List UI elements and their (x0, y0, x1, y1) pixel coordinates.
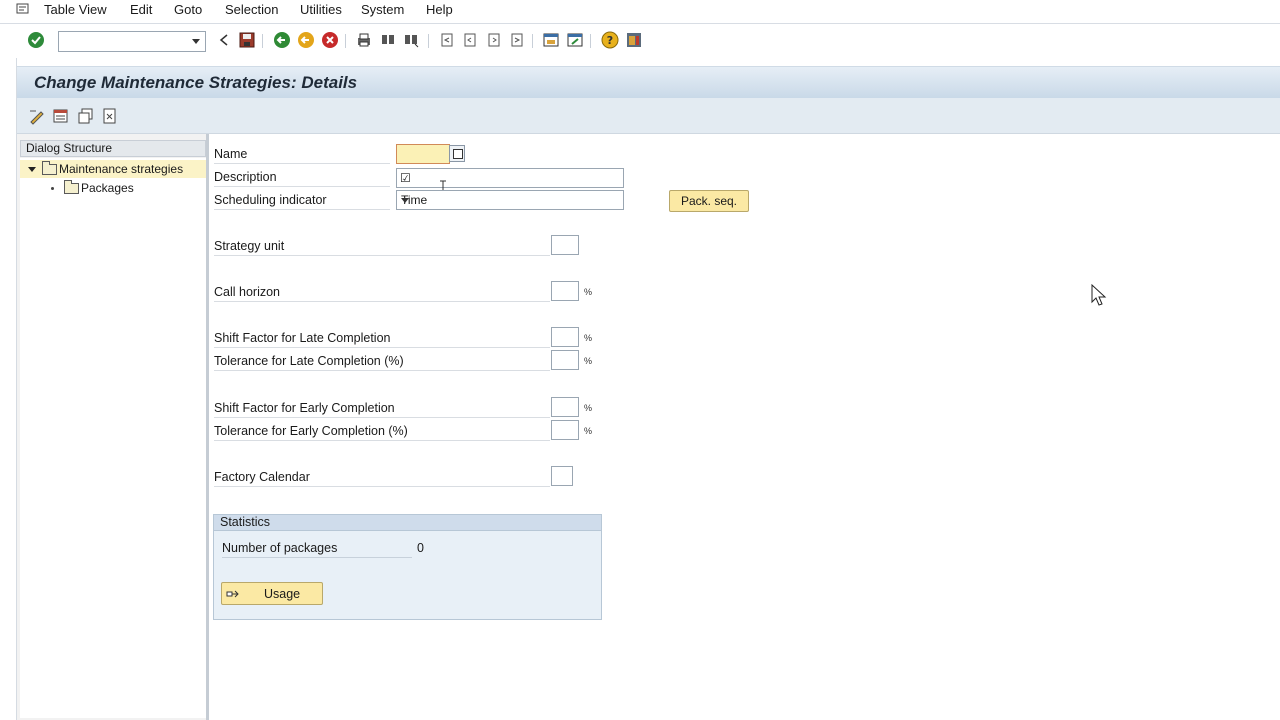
chevron-down-icon[interactable] (401, 198, 409, 203)
call-horizon-field[interactable] (551, 281, 579, 301)
application-toolbar (17, 98, 1280, 134)
find-icon[interactable] (378, 30, 398, 50)
create-session-icon[interactable] (541, 30, 561, 50)
back-arrow-icon[interactable] (272, 30, 292, 50)
menu-edit[interactable]: Edit (128, 2, 154, 17)
display-change-icon[interactable] (28, 107, 46, 125)
system-menu-icon[interactable] (16, 3, 32, 17)
svg-text:?: ? (607, 34, 613, 47)
mouse-pointer-icon (1091, 284, 1107, 306)
layout-menu-icon[interactable] (624, 30, 644, 50)
title-bar: Change Maintenance Strategies: Details (17, 66, 1280, 98)
number-of-packages-value: 0 (417, 541, 424, 555)
enter-icon[interactable] (26, 30, 46, 50)
tolerance-early-label: Tolerance for Early Completion (%) (214, 421, 550, 441)
tolerance-early-field[interactable] (551, 420, 579, 440)
strategy-unit-label: Strategy unit (214, 236, 550, 256)
search-help-button[interactable] (449, 145, 465, 162)
left-frame-strip (0, 58, 17, 720)
tree-item-maintenance-strategies[interactable]: Maintenance strategies (20, 160, 206, 178)
pack-seq-button[interactable]: Pack. seq. (669, 190, 749, 212)
folder-open-icon (42, 160, 57, 175)
chevron-down-icon[interactable] (192, 39, 200, 44)
dialog-structure-pane: Dialog Structure Maintenance strategies … (17, 134, 209, 720)
statistics-group: Statistics Number of packages 0 Usage (213, 514, 602, 620)
description-label: Description (214, 167, 390, 187)
command-field[interactable] (58, 31, 206, 52)
dialog-structure-header: Dialog Structure (20, 140, 206, 157)
usage-button[interactable]: Usage (221, 582, 323, 605)
call-horizon-label: Call horizon (214, 282, 550, 302)
shift-late-label: Shift Factor for Late Completion (214, 328, 550, 348)
menu-table-view[interactable]: Table View (42, 2, 109, 17)
statistics-header: Statistics (214, 515, 601, 531)
strategy-unit-field[interactable] (551, 235, 579, 255)
previous-page-icon[interactable] (460, 30, 480, 50)
description-value: ☑ (400, 171, 411, 185)
page-title: Change Maintenance Strategies: Details (34, 73, 358, 92)
bullet-icon (51, 186, 54, 190)
expand-triangle-icon[interactable] (28, 166, 36, 172)
first-page-icon[interactable] (437, 30, 457, 50)
back-icon[interactable] (214, 30, 234, 50)
shortcut-icon[interactable] (565, 30, 585, 50)
factory-calendar-field[interactable] (551, 466, 573, 486)
menu-utilities[interactable]: Utilities (298, 2, 344, 17)
menu-selection[interactable]: Selection (223, 2, 280, 17)
tree-item-label: Maintenance strategies (59, 162, 184, 176)
shift-early-unit: % (584, 403, 593, 413)
save-icon[interactable] (237, 30, 257, 50)
folder-icon (64, 179, 79, 194)
usage-icon (226, 590, 239, 598)
shift-early-label: Shift Factor for Early Completion (214, 398, 550, 418)
help-icon[interactable]: ? (600, 30, 620, 50)
detail-area: Name Description ☑ Scheduling indicator … (209, 134, 1280, 720)
name-field[interactable] (396, 144, 450, 164)
copy-as-icon[interactable] (77, 107, 95, 125)
shift-early-field[interactable] (551, 397, 579, 417)
call-horizon-unit: % (584, 287, 593, 297)
name-label: Name (214, 144, 390, 164)
number-of-packages-label: Number of packages (222, 538, 412, 558)
menu-goto[interactable]: Goto (172, 2, 204, 17)
usage-button-label: Usage (264, 587, 301, 601)
scheduling-indicator-select[interactable]: Time (396, 190, 624, 210)
factory-calendar-label: Factory Calendar (214, 467, 550, 487)
dialog-structure-tree: Maintenance strategies Packages (20, 158, 206, 718)
tolerance-late-label: Tolerance for Late Completion (%) (214, 351, 550, 371)
tolerance-early-unit: % (584, 426, 593, 436)
cancel-icon[interactable] (320, 30, 340, 50)
new-entries-icon[interactable] (52, 107, 70, 125)
menu-help[interactable]: Help (424, 2, 455, 17)
scheduling-indicator-label: Scheduling indicator (214, 190, 390, 210)
shift-late-unit: % (584, 333, 593, 343)
tolerance-late-unit: % (584, 356, 593, 366)
tree-item-label: Packages (81, 181, 134, 195)
delete-icon[interactable] (101, 107, 119, 125)
standard-toolbar: ? (0, 25, 1280, 57)
next-page-icon[interactable] (484, 30, 504, 50)
shift-late-field[interactable] (551, 327, 579, 347)
exit-icon[interactable] (296, 30, 316, 50)
print-icon[interactable] (354, 30, 374, 50)
find-next-icon[interactable] (401, 30, 421, 50)
menu-system[interactable]: System (359, 2, 406, 17)
menu-bar: Table View Edit Goto Selection Utilities… (0, 0, 1280, 24)
tree-item-packages[interactable]: Packages (20, 179, 206, 197)
tolerance-late-field[interactable] (551, 350, 579, 370)
description-field[interactable]: ☑ (396, 168, 624, 188)
last-page-icon[interactable] (507, 30, 527, 50)
